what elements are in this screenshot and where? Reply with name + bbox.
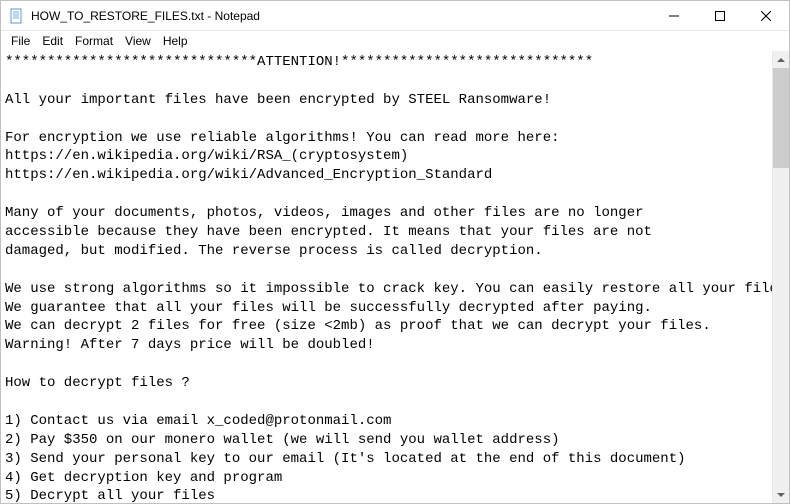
vertical-scrollbar[interactable] xyxy=(772,51,789,503)
window-title: HOW_TO_RESTORE_FILES.txt - Notepad xyxy=(31,9,651,23)
minimize-button[interactable] xyxy=(651,1,697,31)
menu-view[interactable]: View xyxy=(119,33,157,49)
titlebar: HOW_TO_RESTORE_FILES.txt - Notepad xyxy=(1,1,789,31)
menu-edit[interactable]: Edit xyxy=(36,33,69,49)
maximize-button[interactable] xyxy=(697,1,743,31)
scroll-up-arrow[interactable] xyxy=(773,51,789,68)
text-area[interactable]: ******************************ATTENTION!… xyxy=(1,51,772,503)
window-controls xyxy=(651,1,789,30)
scroll-down-arrow[interactable] xyxy=(773,486,789,503)
notepad-icon xyxy=(9,8,25,24)
menu-format[interactable]: Format xyxy=(69,33,119,49)
menubar: File Edit Format View Help xyxy=(1,31,789,51)
close-button[interactable] xyxy=(743,1,789,31)
scroll-thumb[interactable] xyxy=(773,68,789,168)
content-wrap: ******************************ATTENTION!… xyxy=(1,51,789,503)
menu-help[interactable]: Help xyxy=(157,33,194,49)
menu-file[interactable]: File xyxy=(5,33,36,49)
scroll-track[interactable] xyxy=(773,68,789,486)
